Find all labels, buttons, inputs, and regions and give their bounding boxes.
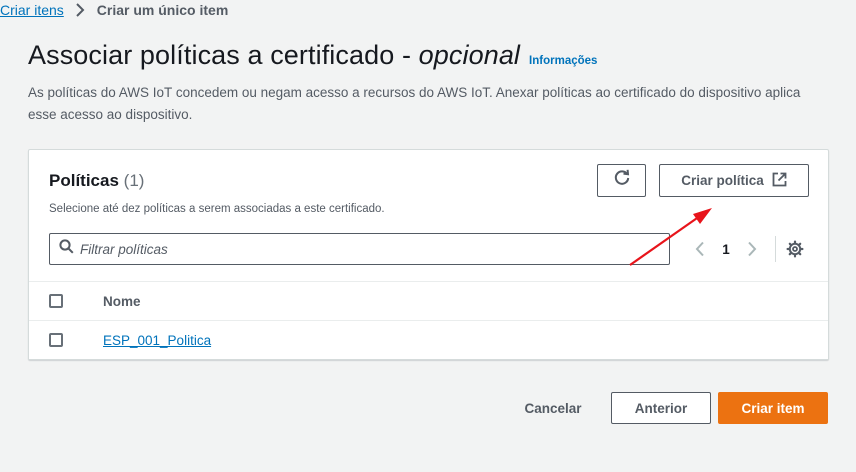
refresh-button[interactable] [597, 164, 646, 197]
select-all-checkbox[interactable] [49, 294, 63, 308]
table-row[interactable]: ESP_001_Politica [29, 321, 828, 359]
table-header: Nome [29, 281, 828, 321]
previous-button[interactable]: Anterior [611, 392, 711, 424]
create-policy-button[interactable]: Criar política [659, 164, 809, 197]
search-icon [59, 239, 74, 259]
cancel-button[interactable]: Cancelar [510, 392, 596, 424]
filter-policies-input[interactable] [80, 241, 640, 257]
policies-count: (1) [123, 171, 145, 190]
current-page-number[interactable]: 1 [711, 242, 741, 257]
create-item-button[interactable]: Criar item [718, 392, 828, 424]
row-checkbox[interactable] [49, 333, 63, 347]
policies-panel: Políticas (1) Selecione até dez política… [28, 149, 829, 360]
page-title-text: Associar políticas a certificado - opcio… [28, 40, 520, 71]
create-policy-label: Criar política [681, 173, 764, 188]
refresh-icon [613, 169, 631, 192]
policies-title-text: Políticas [49, 171, 119, 190]
page-title-main: Associar políticas a certificado - [28, 40, 419, 70]
chevron-right-icon [73, 3, 87, 17]
chevron-right-icon [748, 241, 757, 257]
pagination: 1 [689, 236, 776, 262]
policies-panel-title: Políticas (1) [49, 171, 144, 191]
breadcrumb-current: Criar um único item [96, 2, 229, 18]
next-page-button[interactable] [741, 238, 763, 260]
gear-icon[interactable] [785, 239, 805, 259]
page-title-optional: opcional [418, 40, 521, 70]
policies-panel-subtitle: Selecione até dez políticas a serem asso… [49, 203, 385, 215]
page-title: Associar políticas a certificado - opcio… [28, 40, 597, 71]
breadcrumb-link-create-items[interactable]: Criar itens [0, 2, 64, 18]
external-link-icon [772, 172, 787, 190]
breadcrumb: Criar itens Criar um único item [0, 0, 228, 20]
policy-name-link[interactable]: ESP_001_Politica [103, 333, 211, 348]
chevron-left-icon [695, 241, 704, 257]
previous-page-button[interactable] [689, 238, 711, 260]
info-link[interactable]: Informações [529, 55, 597, 67]
page-description: As políticas do AWS IoT concedem ou nega… [28, 85, 801, 122]
pagination-divider [775, 236, 776, 262]
column-header-name[interactable]: Nome [103, 294, 141, 309]
filter-policies-field[interactable] [49, 233, 670, 265]
